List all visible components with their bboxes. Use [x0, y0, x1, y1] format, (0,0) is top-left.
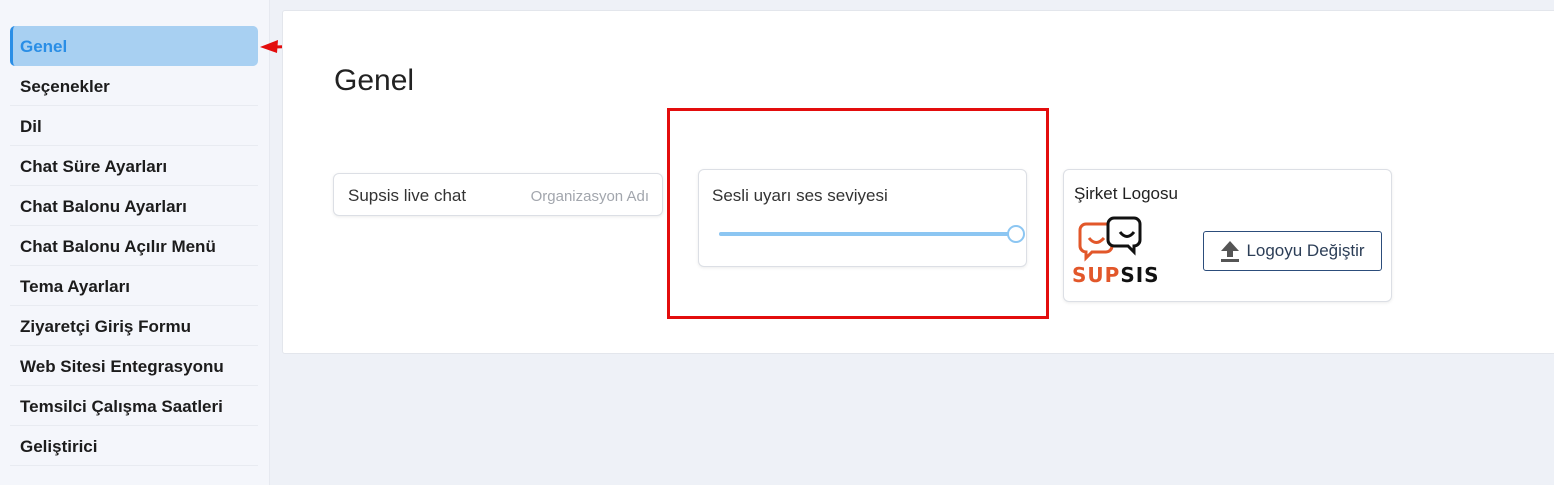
- page-title: Genel: [334, 64, 415, 97]
- sidebar-item-web-sitesi-entegrasyonu[interactable]: Web Sitesi Entegrasyonu: [10, 346, 258, 386]
- sidebar-item-chat-balonu-acilir-menu[interactable]: Chat Balonu Açılır Menü: [10, 226, 258, 266]
- sidebar-item-chat-balonu-ayarlari[interactable]: Chat Balonu Ayarları: [10, 186, 258, 226]
- sidebar-item-temsilci-calisma-saatleri[interactable]: Temsilci Çalışma Saatleri: [10, 386, 258, 426]
- organization-name-input[interactable]: Supsis live chat Organizasyon Adı: [333, 173, 663, 216]
- organization-name-value: Supsis live chat: [348, 186, 467, 205]
- company-logo-label: Şirket Logosu: [1074, 184, 1178, 203]
- change-logo-button[interactable]: Logoyu Değiştir: [1203, 231, 1382, 271]
- sidebar-item-tema-ayarlari[interactable]: Tema Ayarları: [10, 266, 258, 306]
- change-logo-label: Logoyu Değiştir: [1246, 241, 1365, 260]
- upload-icon: [1221, 241, 1240, 262]
- supsis-wordmark: SUPSIS: [1072, 263, 1160, 287]
- sidebar-item-secenekler[interactable]: Seçenekler: [10, 66, 258, 106]
- organization-name-label: Organizasyon Adı: [530, 188, 649, 205]
- annotation-highlight-box: [667, 108, 1049, 319]
- sidebar-item-gelistirici[interactable]: Geliştirici: [10, 426, 258, 466]
- company-logo-card: Şirket Logosu SUPSIS Logoyu Değiştir: [1063, 169, 1392, 302]
- sidebar-item-ziyaretci-giris-formu[interactable]: Ziyaretçi Giriş Formu: [10, 306, 258, 346]
- sidebar-item-dil[interactable]: Dil: [10, 106, 258, 146]
- sidebar-item-genel[interactable]: Genel: [10, 26, 258, 66]
- wordmark-sis: SIS: [1120, 263, 1160, 287]
- supsis-logo-icon: SUPSIS: [1072, 216, 1160, 288]
- sidebar: Genel Seçenekler Dil Chat Süre Ayarları …: [0, 0, 270, 485]
- chat-bubbles-icon: [1078, 216, 1142, 262]
- sidebar-item-chat-sure-ayarlari[interactable]: Chat Süre Ayarları: [10, 146, 258, 186]
- wordmark-sup: SUP: [1072, 263, 1121, 287]
